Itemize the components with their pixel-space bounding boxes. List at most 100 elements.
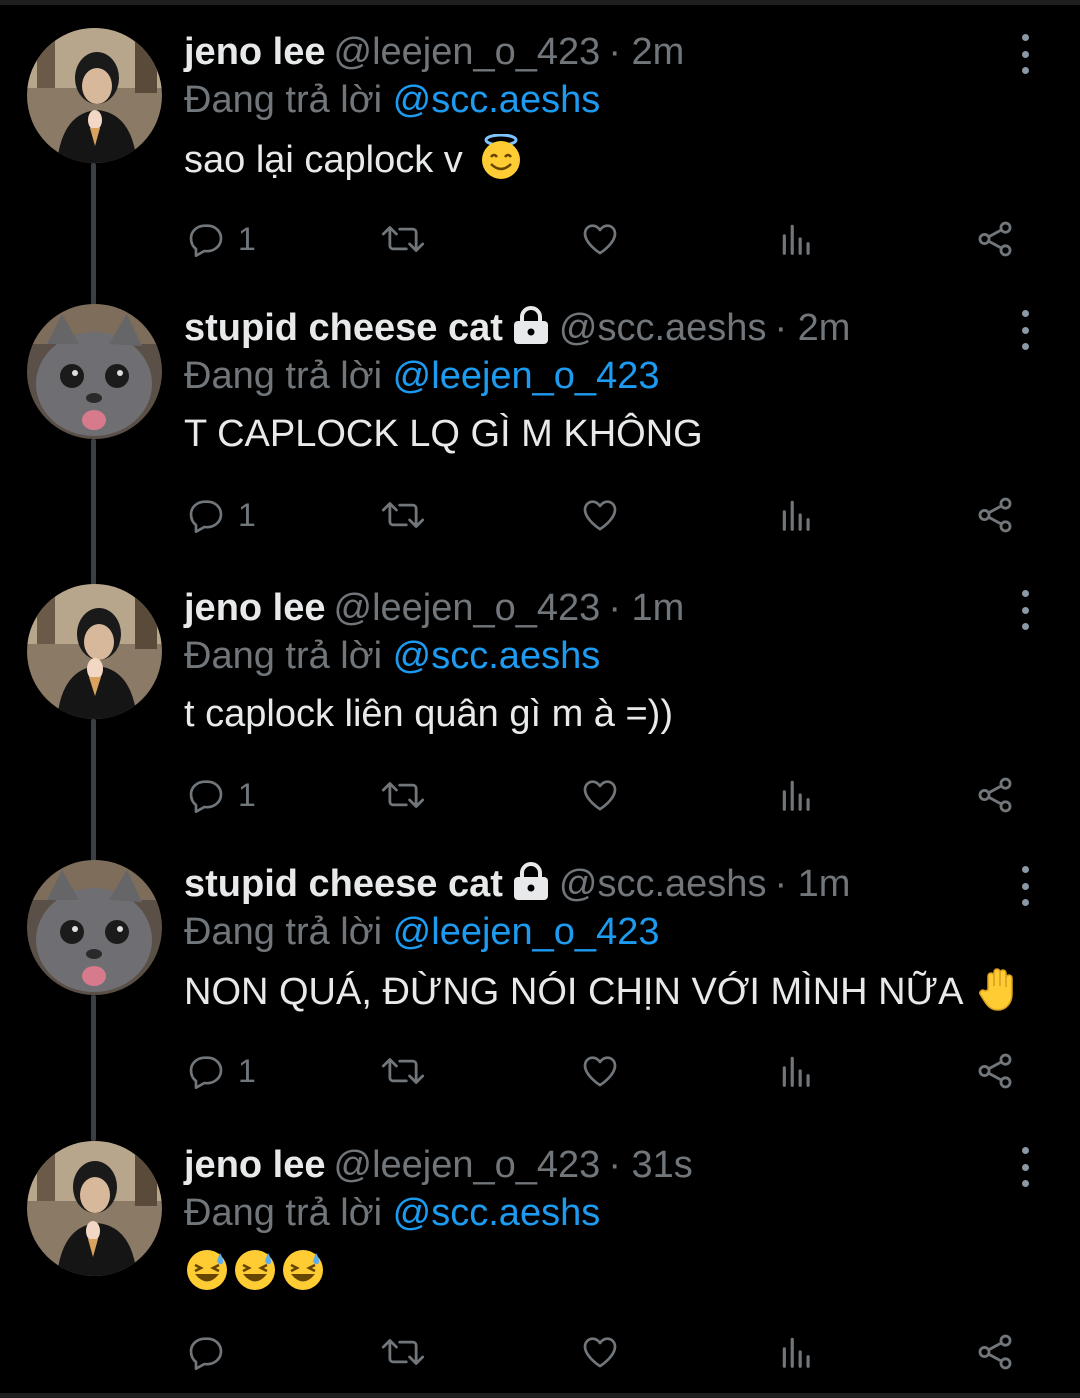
more-icon[interactable]: [1008, 866, 1042, 906]
avatar[interactable]: [27, 28, 162, 163]
share-icon: [978, 1053, 1012, 1089]
views-icon: [782, 224, 810, 255]
views-button[interactable]: [778, 770, 816, 820]
like-button[interactable]: [580, 770, 620, 820]
reply-count: 1: [238, 776, 256, 813]
timestamp[interactable]: · 31s: [608, 1144, 692, 1186]
replying-to-handle[interactable]: @scc.aeshs: [393, 635, 601, 677]
bottom-divider: [0, 1393, 1080, 1398]
tweet-header: stupid cheese cat @scc.aeshs · 2m: [184, 304, 850, 352]
retweet-button[interactable]: [380, 770, 426, 820]
like-icon: [583, 500, 617, 531]
share-icon: [978, 1334, 1012, 1370]
avatar[interactable]: [27, 304, 162, 439]
handle[interactable]: @leejen_o_423: [334, 31, 601, 73]
replying-to: Đang trả lời @scc.aeshs: [184, 632, 600, 680]
reply-button[interactable]: 1: [186, 490, 256, 540]
timestamp[interactable]: · 1m: [608, 587, 684, 629]
like-icon: [583, 1056, 617, 1087]
views-button[interactable]: [778, 214, 816, 264]
share-button[interactable]: [974, 214, 1016, 264]
reply-button[interactable]: [186, 1327, 226, 1377]
reply-icon: [189, 1056, 223, 1089]
display-name[interactable]: jeno lee: [184, 587, 326, 629]
reply-count: 1: [238, 496, 256, 533]
handle[interactable]: @scc.aeshs: [559, 863, 767, 905]
tweet-text: [184, 1247, 326, 1305]
tweet-text-content: NON QUÁ, ĐỪNG NÓI CHỊN VỚI MÌNH NỮA: [184, 971, 962, 1013]
tweet-actions: [0, 1327, 1080, 1377]
replying-to-handle[interactable]: @leejen_o_423: [393, 355, 660, 397]
sweat-smile-emoji-icon: [280, 1247, 326, 1305]
like-button[interactable]: [580, 490, 620, 540]
tweet-header: jeno lee @leejen_o_423 · 31s: [184, 1141, 693, 1189]
views-icon: [782, 1056, 810, 1087]
replying-to-handle[interactable]: @leejen_o_423: [393, 911, 660, 953]
avatar[interactable]: [27, 584, 162, 719]
replying-to: Đang trả lời @scc.aeshs: [184, 1189, 600, 1237]
tweet-actions: 1: [0, 214, 1080, 264]
views-button[interactable]: [778, 1046, 816, 1096]
retweet-button[interactable]: [380, 214, 426, 264]
handle[interactable]: @scc.aeshs: [559, 307, 767, 349]
tweet-header: jeno lee @leejen_o_423 · 1m: [184, 584, 684, 632]
views-button[interactable]: [778, 1327, 816, 1377]
share-button[interactable]: [974, 490, 1016, 540]
reply-count: 1: [238, 1052, 256, 1089]
share-button[interactable]: [974, 1046, 1016, 1096]
more-icon[interactable]: [1008, 310, 1042, 350]
retweet-button[interactable]: [380, 1327, 426, 1377]
tweet-actions: 1: [0, 490, 1080, 540]
display-name[interactable]: stupid cheese cat: [184, 307, 503, 349]
replying-prefix: Đang trả lời: [184, 635, 383, 677]
replying-to-handle[interactable]: @scc.aeshs: [393, 79, 601, 121]
display-name[interactable]: jeno lee: [184, 1144, 326, 1186]
reply-button[interactable]: 1: [186, 214, 256, 264]
views-icon: [782, 500, 810, 531]
handle[interactable]: @leejen_o_423: [334, 587, 601, 629]
timestamp[interactable]: · 1m: [774, 863, 850, 905]
replying-prefix: Đang trả lời: [184, 355, 383, 397]
more-icon[interactable]: [1008, 34, 1042, 74]
share-icon: [978, 777, 1012, 813]
retweet-button[interactable]: [380, 1046, 426, 1096]
tweet-text: T CAPLOCK LQ GÌ M KHÔNG: [184, 410, 703, 458]
more-icon[interactable]: [1008, 590, 1042, 630]
replying-prefix: Đang trả lời: [184, 1192, 383, 1234]
sweat-smile-emoji-icon: [184, 1247, 230, 1305]
tweet-actions: 1: [0, 770, 1080, 820]
like-button[interactable]: [580, 1046, 620, 1096]
replying-to-handle[interactable]: @scc.aeshs: [393, 1192, 601, 1234]
like-button[interactable]: [580, 1327, 620, 1377]
reply-button[interactable]: 1: [186, 770, 256, 820]
tweet-text-content: t caplock liên quân gì m à =)): [184, 693, 673, 735]
tweet-header: stupid cheese cat @scc.aeshs · 1m: [184, 860, 850, 908]
tweet-text: sao lại caplock v: [184, 133, 523, 192]
reply-count: 1: [238, 220, 256, 257]
share-icon: [978, 221, 1012, 257]
reply-button[interactable]: 1: [186, 1046, 256, 1096]
timestamp[interactable]: · 2m: [774, 307, 850, 349]
display-name[interactable]: jeno lee: [184, 31, 326, 73]
like-icon: [583, 780, 617, 811]
retweet-icon: [381, 1058, 425, 1084]
tweet-text-content: T CAPLOCK LQ GÌ M KHÔNG: [184, 413, 703, 455]
retweet-icon: [381, 782, 425, 808]
timestamp[interactable]: · 2m: [608, 31, 684, 73]
halo-emoji-icon: [479, 133, 523, 192]
lock-icon: [511, 862, 551, 912]
like-icon: [583, 1337, 617, 1368]
tweet-actions: 1: [0, 1046, 1080, 1096]
avatar[interactable]: [27, 1141, 162, 1276]
avatar[interactable]: [27, 860, 162, 995]
display-name[interactable]: stupid cheese cat: [184, 863, 503, 905]
replying-to: Đang trả lời @scc.aeshs: [184, 76, 600, 124]
like-button[interactable]: [580, 214, 620, 264]
more-icon[interactable]: [1008, 1147, 1042, 1187]
views-button[interactable]: [778, 490, 816, 540]
retweet-button[interactable]: [380, 490, 426, 540]
handle[interactable]: @leejen_o_423: [334, 1144, 601, 1186]
retweet-icon: [381, 1339, 425, 1365]
share-button[interactable]: [974, 1327, 1016, 1377]
share-button[interactable]: [974, 770, 1016, 820]
